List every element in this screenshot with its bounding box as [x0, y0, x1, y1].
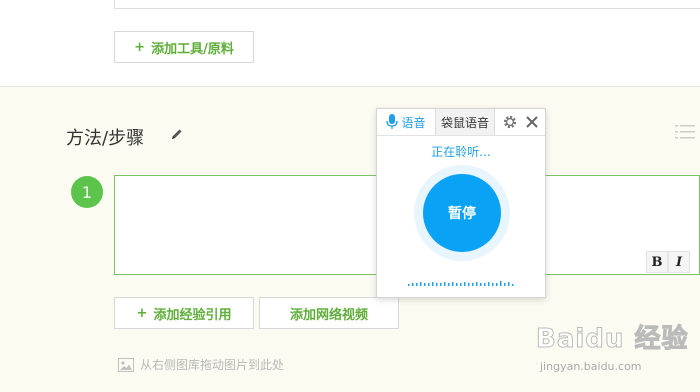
tab-voice-label: 语音 [401, 115, 426, 130]
audio-level-indicator [408, 281, 514, 286]
add-reference-label: 添加经验引用 [153, 307, 232, 323]
voice-panel-tabs: 语音 袋鼠语音 [377, 109, 545, 136]
microphone-icon [386, 114, 399, 129]
plus-icon: + [134, 39, 146, 55]
drag-hint-text: 从右侧图库拖动图片到此处 [140, 358, 285, 372]
tool-input-field[interactable] [114, 0, 700, 9]
bold-button[interactable]: B [646, 251, 668, 273]
add-tool-label: 添加工具/原料 [151, 41, 234, 57]
gear-icon[interactable] [502, 114, 518, 130]
section-title: 方法/步骤 [66, 128, 145, 149]
voice-input-panel: 语音 袋鼠语音 正在聆听... 暂停 [376, 108, 546, 298]
add-video-label: 添加网络视频 [289, 307, 368, 323]
baidu-watermark: Baidu 经验 jingyan.baidu.com [535, 318, 696, 374]
add-tool-button[interactable]: + 添加工具/原料 [114, 31, 254, 63]
tab-voice[interactable]: 语音 [377, 109, 435, 135]
close-icon[interactable] [524, 114, 540, 130]
pause-button[interactable]: 暂停 [423, 174, 501, 252]
pencil-icon[interactable] [170, 126, 184, 140]
add-reference-button[interactable]: + 添加经验引用 [114, 297, 254, 329]
watermark-url: jingyan.baidu.com [540, 360, 642, 373]
step-number-badge: 1 [71, 176, 103, 208]
drag-image-hint: 从右侧图库拖动图片到此处 [118, 356, 284, 373]
watermark-brand: Baidu 经验 [535, 324, 689, 355]
listening-status: 正在聆听... [431, 145, 491, 159]
italic-button[interactable]: I [668, 251, 690, 273]
plus-icon: + [136, 305, 148, 321]
image-icon [118, 357, 134, 372]
add-video-button[interactable]: 添加网络视频 [259, 297, 399, 329]
tab-kangaroo-voice[interactable]: 袋鼠语音 [435, 109, 495, 135]
tools-section [0, 0, 700, 87]
list-icon[interactable] [675, 124, 695, 140]
